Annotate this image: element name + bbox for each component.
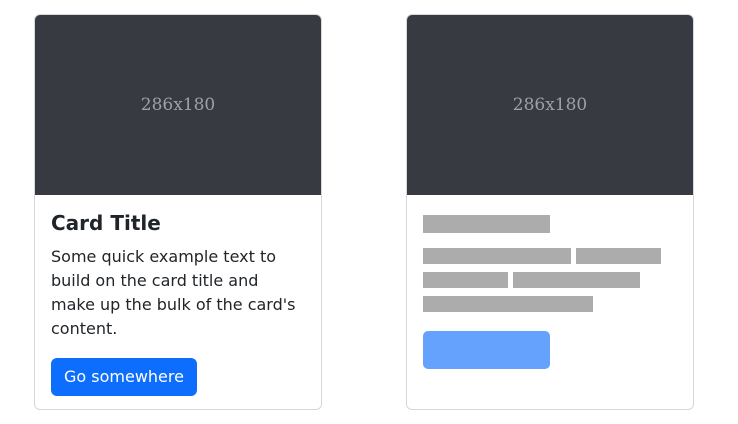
card: 286x180 Card Title Some quick example te… <box>34 14 322 410</box>
placeholder-title-bar <box>423 215 550 233</box>
card-body: Card Title Some quick example text to bu… <box>35 195 321 396</box>
card-loading-placeholder: 286x180 <box>406 14 694 410</box>
placeholder-text-bar <box>576 248 661 264</box>
card-image-placeholder: 286x180 <box>35 15 321 195</box>
card-text: Some quick example text to build on the … <box>51 247 296 338</box>
placeholder-text-bar <box>423 248 571 264</box>
placeholder-button <box>423 331 550 369</box>
placeholder-text-bar <box>513 272 640 288</box>
image-size-label: 286x180 <box>512 95 588 115</box>
placeholder-text-bar <box>423 272 508 288</box>
placeholder-text-bar <box>423 296 593 312</box>
card-title: Card Title <box>51 211 161 235</box>
image-size-label: 286x180 <box>140 95 216 115</box>
go-somewhere-button[interactable]: Go somewhere <box>51 358 197 396</box>
card-image-placeholder: 286x180 <box>407 15 693 195</box>
